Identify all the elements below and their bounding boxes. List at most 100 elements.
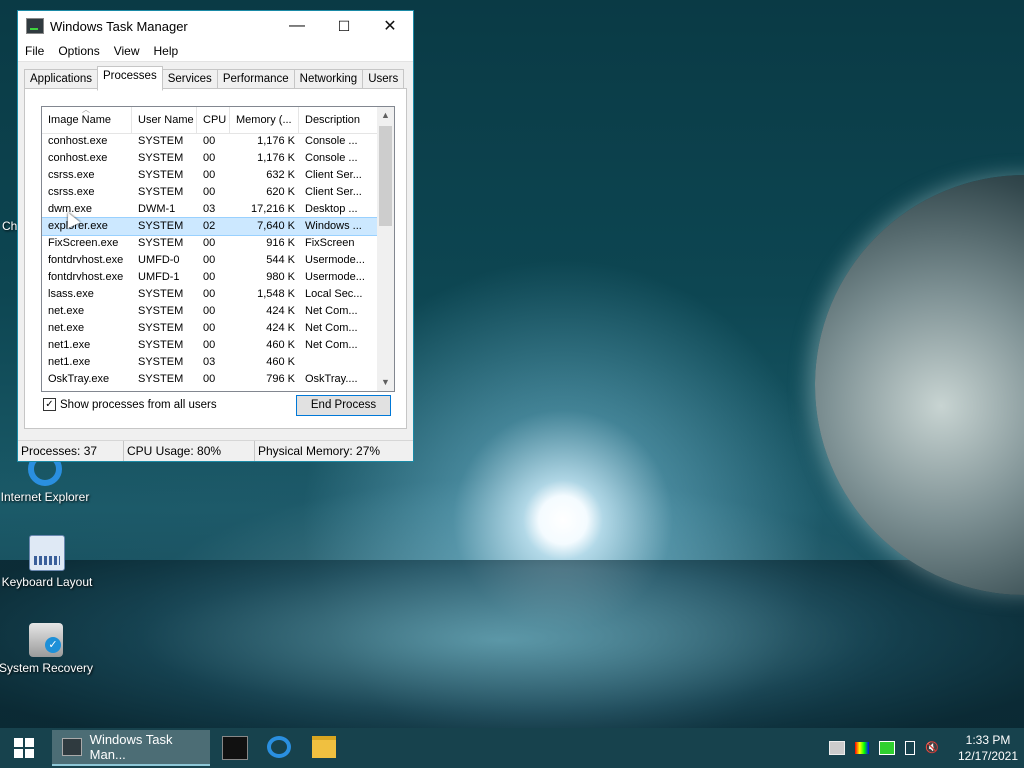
column-description[interactable]: Description: [299, 107, 377, 133]
cell-user-name: SYSTEM: [138, 356, 184, 368]
cell-user-name: SYSTEM: [138, 169, 184, 181]
cell-cpu: 02: [203, 220, 216, 232]
table-row[interactable]: csrss.exe SYSTEM 00 620 K Client Ser...: [42, 184, 377, 201]
tab-performance[interactable]: Performance: [216, 69, 295, 89]
status-processes: Processes: 37: [18, 441, 124, 461]
minimize-button[interactable]: —: [274, 11, 320, 41]
table-row[interactable]: fontdrvhost.exe UMFD-1 00 980 K Usermode...: [42, 269, 377, 286]
cell-memory: 796 K: [266, 373, 295, 385]
desktop-icon-keyboard-layout[interactable]: Keyboard Layout: [0, 535, 97, 589]
tab-users[interactable]: Users: [362, 69, 405, 89]
desktop-partial-label: Ch: [2, 219, 18, 233]
cell-memory: 620 K: [266, 186, 295, 198]
table-row[interactable]: net.exe SYSTEM 00 424 K Net Com...: [42, 303, 377, 320]
battery-icon[interactable]: [879, 741, 895, 755]
column-user-name[interactable]: User Name: [132, 107, 197, 133]
cell-image-name: dwm.exe: [48, 203, 93, 215]
scroll-thumb[interactable]: [379, 126, 392, 226]
show-all-processes-checkbox[interactable]: ✓: [43, 398, 56, 411]
tab-networking[interactable]: Networking: [293, 69, 364, 89]
table-row[interactable]: conhost.exe SYSTEM 00 1,176 K Console ...: [42, 150, 377, 167]
start-button[interactable]: [0, 728, 48, 768]
cell-image-name: fontdrvhost.exe: [48, 271, 124, 283]
cell-description: Usermode...: [305, 254, 365, 266]
table-row[interactable]: csrss.exe SYSTEM 00 632 K Client Ser...: [42, 167, 377, 184]
internet-explorer-icon[interactable]: [267, 736, 291, 758]
process-list-header: ︿ Image Name User Name CPU Memory (... D…: [42, 107, 377, 134]
process-list-scrollbar[interactable]: ▲ ▼: [377, 107, 394, 391]
cell-description: OskTray....: [305, 373, 358, 385]
cmd-icon[interactable]: [222, 736, 248, 760]
end-process-button[interactable]: End Process: [296, 395, 391, 416]
taskbar: Windows Task Man... 🔇 1:33 PM 12/17/2021: [0, 728, 1024, 768]
clock-date: 12/17/2021: [957, 749, 1019, 763]
volume-muted-icon[interactable]: 🔇: [925, 742, 941, 754]
menu-view[interactable]: View: [107, 44, 147, 58]
column-memory[interactable]: Memory (...: [230, 107, 299, 133]
cell-memory: 460 K: [266, 356, 295, 368]
menu-options[interactable]: Options: [51, 44, 106, 58]
tab-services[interactable]: Services: [161, 69, 218, 89]
cell-description: Net Com...: [305, 322, 358, 334]
desktop-icon-system-recovery[interactable]: System Recovery: [0, 623, 96, 675]
cell-image-name: net1.exe: [48, 339, 91, 351]
wallpaper-planet: [815, 175, 1024, 595]
cell-cpu: 00: [203, 152, 216, 164]
cell-user-name: SYSTEM: [138, 288, 184, 300]
cell-cpu: 00: [203, 288, 216, 300]
cell-cpu: 00: [203, 322, 216, 334]
cell-image-name: net.exe: [48, 305, 85, 317]
tab-applications[interactable]: Applications: [24, 69, 99, 89]
cell-memory: 1,176 K: [257, 135, 295, 147]
column-image-name[interactable]: ︿ Image Name: [42, 107, 132, 133]
cell-user-name: SYSTEM: [138, 186, 184, 198]
cell-memory: 1,176 K: [257, 152, 295, 164]
show-all-processes-option[interactable]: ✓ Show processes from all users: [43, 398, 217, 411]
file-explorer-icon[interactable]: [312, 736, 336, 758]
table-row[interactable]: dwm.exe DWM-1 03 17,216 K Desktop ...: [42, 201, 377, 218]
cell-user-name: SYSTEM: [138, 220, 184, 232]
table-row[interactable]: FixScreen.exe SYSTEM 00 916 K FixScreen: [42, 235, 377, 252]
column-label: Image Name: [48, 114, 111, 126]
cell-memory: 544 K: [266, 254, 295, 266]
cell-cpu: 00: [203, 237, 216, 249]
status-cpu-usage: CPU Usage: 80%: [124, 441, 255, 461]
table-row[interactable]: explorer.exe SYSTEM 02 7,640 K Windows ...: [42, 217, 378, 236]
table-row[interactable]: fontdrvhost.exe UMFD-0 00 544 K Usermode...: [42, 252, 377, 269]
table-row[interactable]: net1.exe SYSTEM 00 460 K Net Com...: [42, 337, 377, 354]
scroll-down-icon[interactable]: ▼: [377, 374, 394, 391]
cell-cpu: 00: [203, 254, 216, 266]
cell-cpu: 00: [203, 169, 216, 181]
table-row[interactable]: net1.exe SYSTEM 03 460 K: [42, 354, 377, 371]
table-row[interactable]: lsass.exe SYSTEM 00 1,548 K Local Sec...: [42, 286, 377, 303]
taskbar-item-task-manager[interactable]: Windows Task Man...: [52, 730, 210, 766]
menu-help[interactable]: Help: [147, 44, 186, 58]
cell-user-name: SYSTEM: [138, 135, 184, 147]
scroll-up-icon[interactable]: ▲: [377, 107, 394, 124]
cell-user-name: SYSTEM: [138, 305, 184, 317]
process-rows: conhost.exe SYSTEM 00 1,176 K Console ... con…: [42, 133, 378, 388]
table-row[interactable]: OskTray.exe SYSTEM 00 796 K OskTray....: [42, 371, 377, 388]
keyboard-icon[interactable]: [829, 741, 845, 755]
maximize-button[interactable]: ☐: [321, 11, 367, 41]
cell-cpu: 00: [203, 339, 216, 351]
table-row[interactable]: conhost.exe SYSTEM 00 1,176 K Console ...: [42, 133, 377, 150]
clock[interactable]: 1:33 PM 12/17/2021: [952, 732, 1024, 764]
table-row[interactable]: net.exe SYSTEM 00 424 K Net Com...: [42, 320, 377, 337]
cell-user-name: SYSTEM: [138, 152, 184, 164]
cell-cpu: 03: [203, 356, 216, 368]
cell-cpu: 03: [203, 203, 216, 215]
process-list[interactable]: ︿ Image Name User Name CPU Memory (... D…: [41, 106, 395, 392]
cell-user-name: SYSTEM: [138, 373, 184, 385]
close-button[interactable]: ✕: [367, 11, 413, 41]
color-icon[interactable]: [855, 742, 869, 754]
menu-file[interactable]: File: [18, 44, 51, 58]
cell-memory: 632 K: [266, 169, 295, 181]
tab-processes[interactable]: Processes: [97, 66, 163, 91]
column-cpu[interactable]: CPU: [197, 107, 230, 133]
desktop-icon-label: System Recovery: [0, 661, 94, 675]
title-bar[interactable]: Windows Task Manager — ☐ ✕: [18, 11, 413, 41]
usb-icon[interactable]: [905, 741, 915, 755]
column-label: User Name: [138, 114, 194, 126]
cell-description: Client Ser...: [305, 186, 362, 198]
